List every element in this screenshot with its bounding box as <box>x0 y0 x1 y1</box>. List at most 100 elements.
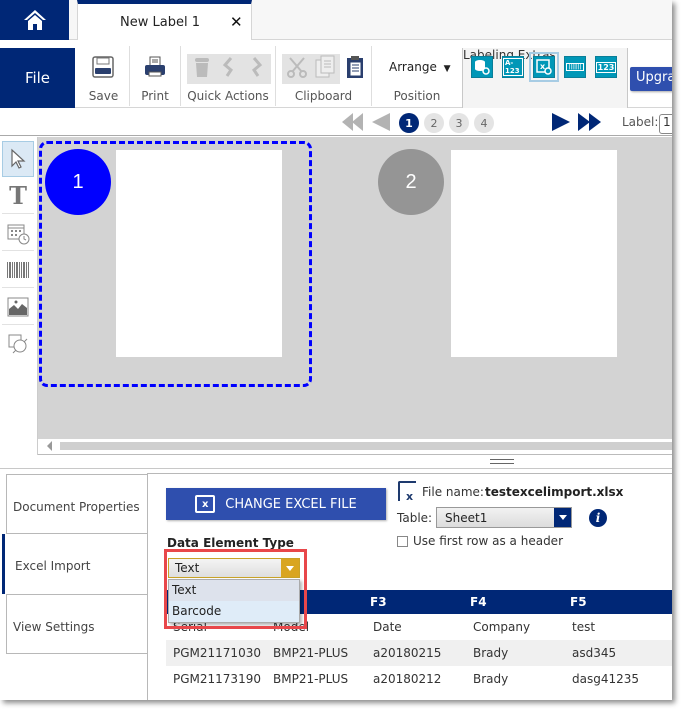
table-caption: Table: <box>397 511 433 525</box>
table-select[interactable]: Sheet1 <box>436 507 572 528</box>
table-row[interactable]: PGM21173190 BMP21-PLUS a20180212 Brady d… <box>166 666 672 692</box>
label-number-input[interactable]: 1 <box>659 114 672 134</box>
clipboard-group: Clipboard <box>276 46 372 106</box>
properties-side-tabs: Document Properties Excel Import View Se… <box>0 470 148 680</box>
print-button[interactable]: Print <box>130 46 181 106</box>
table-cell: BMP21-PLUS <box>273 646 349 660</box>
column-header[interactable]: F3 <box>370 595 387 609</box>
close-tab-icon[interactable]: ✕ <box>230 13 243 31</box>
change-excel-file-button[interactable]: x CHANGE EXCEL FILE <box>166 488 386 520</box>
undo-icon[interactable] <box>216 54 242 80</box>
table-cell: Date <box>373 620 402 634</box>
label-1-number-badge[interactable]: 1 <box>45 149 111 215</box>
next-page-icon[interactable] <box>552 113 570 131</box>
page-3-button[interactable]: 3 <box>449 113 469 133</box>
page-2-button[interactable]: 2 <box>424 113 444 133</box>
chevron-down-icon[interactable] <box>554 508 571 527</box>
date-time-tool[interactable] <box>2 215 34 251</box>
option-barcode[interactable]: Barcode <box>169 601 299 622</box>
first-row-header-label: Use first row as a header <box>413 534 563 548</box>
save-button[interactable]: Save <box>78 46 130 106</box>
barcode-serial-icon[interactable]: ||||||| <box>564 56 586 78</box>
barcode-icon <box>7 261 29 278</box>
position-label: Position <box>393 89 441 103</box>
first-row-header-checkbox[interactable] <box>397 536 408 547</box>
number-icon[interactable]: 123 <box>595 56 617 78</box>
panel-splitter[interactable] <box>0 455 672 469</box>
table-cell: BMP21-PLUS <box>273 672 349 686</box>
data-element-type-options: Text Barcode <box>168 579 300 623</box>
quick-actions-group: Quick Actions <box>181 46 276 106</box>
clipboard-label: Clipboard <box>294 89 353 103</box>
tab-document-properties[interactable]: Document Properties <box>6 474 148 534</box>
labeling-extras-group: A-123 x ||||||| 123 Labeling Extras <box>462 48 628 108</box>
table-cell: dasg41235 <box>572 672 640 686</box>
title-tab-bar: New Label 1 ✕ <box>0 0 672 41</box>
select-tool[interactable] <box>2 141 34 177</box>
paste-icon[interactable] <box>342 54 368 80</box>
data-element-type-select[interactable]: Text <box>168 558 300 578</box>
arrange-label: Arrange <box>389 60 437 74</box>
save-icon <box>90 54 116 80</box>
delete-icon[interactable] <box>189 54 215 80</box>
text-tool[interactable]: T <box>2 178 34 214</box>
option-text[interactable]: Text <box>169 580 299 601</box>
column-header[interactable]: F4 <box>470 595 487 609</box>
table-select-value: Sheet1 <box>445 511 488 525</box>
label-pager: 1 2 3 4 Label: 1 <box>0 108 672 136</box>
barcode-tool[interactable] <box>2 252 34 288</box>
caret-down-icon: ▼ <box>443 64 451 74</box>
excel-file-icon: x <box>195 495 216 513</box>
upgrade-button[interactable]: Upgra <box>630 67 672 91</box>
file-name-value: testexcelimport.xlsx <box>485 485 624 499</box>
info-icon[interactable]: i <box>589 509 607 527</box>
file-name-caption: File name: <box>422 485 484 499</box>
page-4-button[interactable]: 4 <box>474 113 494 133</box>
tool-strip: T <box>0 137 38 455</box>
text-icon: T <box>9 181 27 210</box>
table-cell: a20180212 <box>373 672 442 686</box>
serial-number-icon[interactable]: A-123 <box>502 56 524 78</box>
excel-import-icon[interactable]: x <box>529 52 559 82</box>
data-element-type-label: Data Element Type <box>167 536 294 550</box>
label-1-preview[interactable] <box>116 150 282 357</box>
table-cell: PGM21171030 <box>173 646 261 660</box>
scroll-left-icon[interactable] <box>47 441 52 451</box>
image-tool[interactable] <box>2 289 34 325</box>
canvas-horizontal-scrollbar[interactable] <box>38 439 672 455</box>
pointer-icon <box>11 148 26 169</box>
page-1-button[interactable]: 1 <box>399 113 419 133</box>
column-header[interactable]: F5 <box>570 595 587 609</box>
quick-actions-label: Quick Actions <box>187 89 269 103</box>
shapes-icon <box>8 334 28 354</box>
prev-page-icon[interactable] <box>372 113 390 131</box>
table-cell: Brady <box>473 672 509 686</box>
label-2-preview[interactable] <box>451 150 617 357</box>
data-element-type-value: Text <box>175 561 200 575</box>
excel-import-panel: x CHANGE EXCEL FILE x File name: testexc… <box>147 473 672 700</box>
copy-icon[interactable] <box>312 54 338 80</box>
table-row[interactable]: PGM21171030 BMP21-PLUS a20180215 Brady a… <box>166 640 672 666</box>
tab-excel-import[interactable]: Excel Import <box>2 534 148 594</box>
table-cell: test <box>572 620 596 634</box>
tab-view-settings[interactable]: View Settings <box>6 594 148 654</box>
document-tab[interactable]: New Label 1 ✕ <box>77 0 252 41</box>
redo-icon[interactable] <box>243 54 269 80</box>
calendar-clock-icon <box>7 224 30 244</box>
save-label: Save <box>88 89 119 103</box>
label-2-number-badge[interactable]: 2 <box>378 149 444 215</box>
cut-icon[interactable] <box>284 54 310 80</box>
table-cell: Brady <box>473 646 509 660</box>
position-group: Arrange ▼ Position <box>372 46 462 106</box>
splitter-grip-icon[interactable] <box>490 459 514 464</box>
ribbon: File Save Print Quick Actions Clipboard … <box>0 40 672 108</box>
label-canvas[interactable]: 1 2 <box>38 137 672 439</box>
chevron-down-icon[interactable] <box>281 559 299 577</box>
arrange-dropdown[interactable]: Arrange ▼ <box>389 60 451 74</box>
file-menu-button[interactable]: File <box>0 48 75 108</box>
home-button[interactable] <box>0 0 69 40</box>
database-icon[interactable] <box>471 56 493 78</box>
shapes-tool[interactable] <box>2 326 34 362</box>
scrollbar-thumb[interactable] <box>60 442 672 450</box>
change-excel-file-label: CHANGE EXCEL FILE <box>225 496 357 512</box>
